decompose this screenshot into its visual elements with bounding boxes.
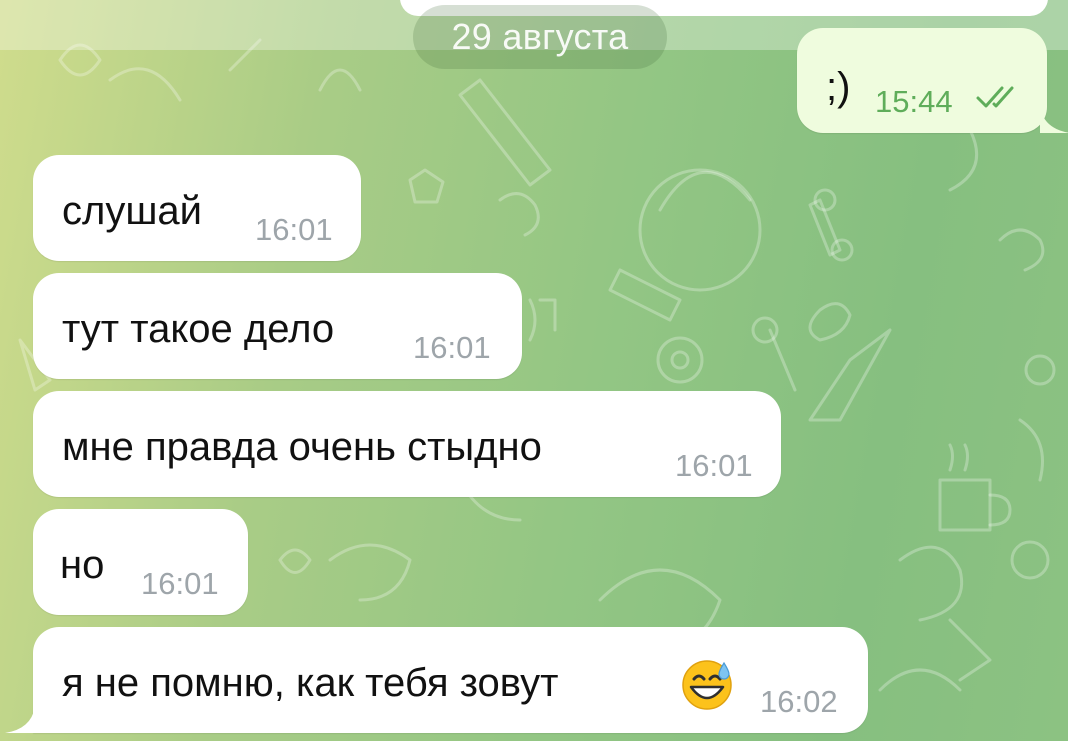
message-time: 16:02 — [760, 684, 838, 719]
message-time: 16:01 — [675, 448, 753, 483]
message-time: 16:01 — [413, 330, 491, 365]
double-check-icon — [976, 86, 1014, 108]
outgoing-message-bubble[interactable]: ;) 15:44 — [797, 28, 1047, 133]
message-time: 15:44 — [875, 84, 953, 119]
bubble-tail — [5, 707, 35, 733]
bubble-tail — [1040, 107, 1068, 133]
message-text: слушай — [62, 189, 203, 233]
message-text: тут такое дело — [62, 307, 335, 351]
incoming-message-bubble[interactable]: я не помню, как тебя зовут 16:02 — [33, 627, 868, 733]
message-text: ;) — [826, 65, 851, 109]
message-text: но — [60, 543, 105, 587]
message-time: 16:01 — [141, 566, 219, 601]
date-separator: 29 августа — [413, 5, 667, 69]
message-text: мне правда очень стыдно — [62, 425, 542, 469]
incoming-message-bubble[interactable]: мне правда очень стыдно 16:01 — [33, 391, 781, 497]
sweat-smile-emoji — [682, 660, 732, 710]
incoming-message-bubble[interactable]: но 16:01 — [33, 509, 248, 615]
message-time: 16:01 — [255, 212, 333, 247]
message-text: я не помню, как тебя зовут — [62, 661, 559, 705]
incoming-message-bubble[interactable]: слушай 16:01 — [33, 155, 361, 261]
incoming-message-bubble[interactable]: тут такое дело 16:01 — [33, 273, 522, 379]
